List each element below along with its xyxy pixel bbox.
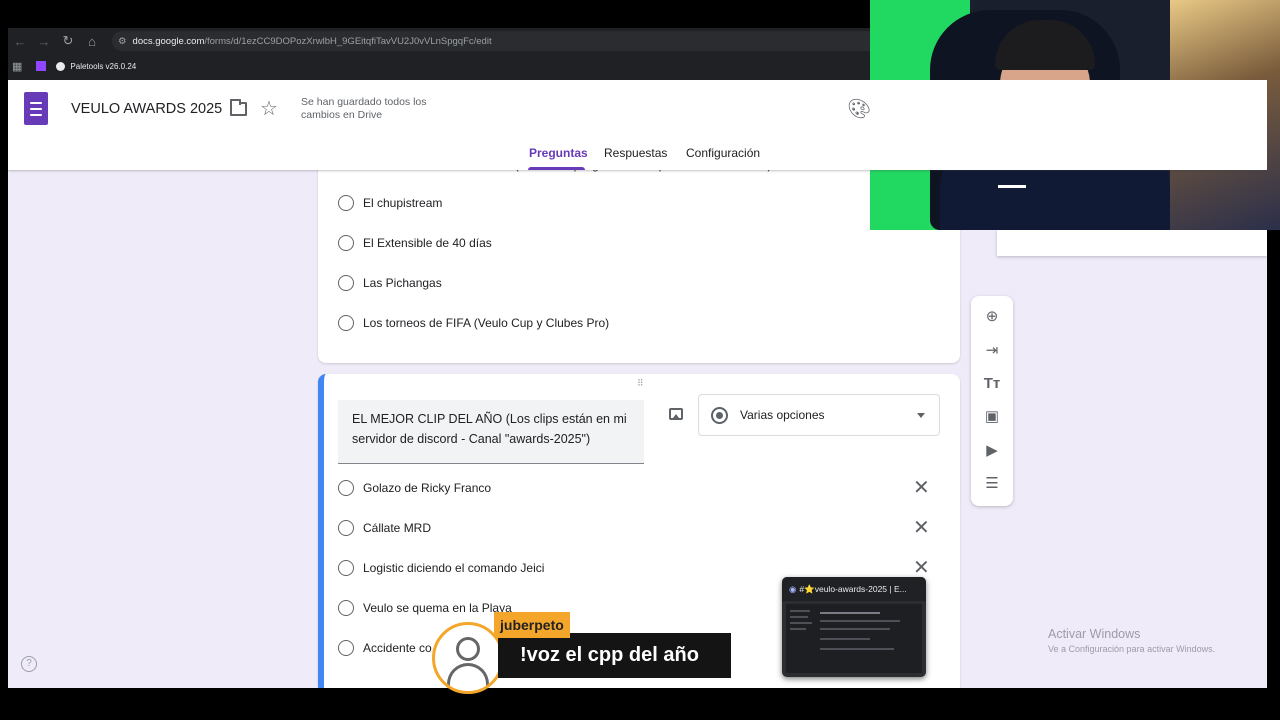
option-label[interactable]: Cállate MRD: [363, 521, 431, 535]
home-icon[interactable]: ⌂: [80, 29, 104, 53]
bookmark-paletools[interactable]: Paletools v26.0.24: [70, 62, 136, 71]
add-section-icon[interactable]: ☰: [982, 473, 1002, 493]
radio-icon[interactable]: [338, 640, 354, 656]
thumbnail-preview: [786, 604, 922, 673]
form-tabs: Preguntas Respuestas Configuración: [8, 142, 870, 170]
tab-respuestas[interactable]: Respuestas: [604, 146, 667, 160]
active-tab-indicator: [528, 167, 585, 170]
twitch-icon[interactable]: [36, 61, 47, 71]
option-label: El Extensible de 40 días: [363, 236, 492, 250]
screen: ← → ↻ ⌂ ⚙ docs.google.com /forms/d/1ezCC…: [0, 0, 1280, 720]
radio-icon[interactable]: [338, 560, 354, 576]
apps-icon[interactable]: ▦: [12, 60, 22, 73]
question-type-label: Varias opciones: [740, 408, 825, 422]
option-item[interactable]: Cállate MRD: [338, 519, 431, 537]
user-head-icon: [456, 637, 480, 661]
add-title-icon[interactable]: Tт: [982, 373, 1002, 393]
form-title[interactable]: VEULO AWARDS 2025: [71, 101, 222, 117]
paletools-icon: [56, 61, 66, 71]
dropdown-arrow-icon: [917, 413, 925, 418]
option-label: El chupistream: [363, 196, 443, 210]
forms-header: VEULO AWARDS 2025 ☆ Se han guardado todo…: [8, 80, 1267, 170]
overlay-panel: [997, 230, 1267, 256]
bookmarks-bar: ▦ Paletools v26.0.24: [8, 54, 870, 78]
url-path: /forms/d/1ezCC9DOPozXrwlbH_9GEitqfiTavVU…: [204, 35, 492, 47]
import-questions-icon[interactable]: ⇥: [982, 340, 1002, 360]
google-forms-icon[interactable]: [24, 92, 48, 125]
question-type-select[interactable]: Varias opciones: [698, 394, 940, 436]
add-video-icon[interactable]: ▶: [982, 440, 1002, 460]
tab-preguntas[interactable]: Preguntas: [529, 146, 588, 160]
option-item[interactable]: El Extensible de 40 días: [338, 234, 492, 252]
thumbnail-title-text: #⭐veulo-awards-2025 | E...: [799, 584, 907, 594]
question-toolbar: ⊕ ⇥ Tт ▣ ▶ ☰: [971, 296, 1013, 506]
reload-icon[interactable]: ↻: [56, 29, 80, 53]
browser-chrome: ← → ↻ ⌂ ⚙ docs.google.com /forms/d/1ezCC…: [8, 28, 872, 80]
option-item[interactable]: Las Pichangas: [338, 274, 442, 292]
add-question-image-icon[interactable]: [669, 408, 683, 420]
site-info-icon[interactable]: ⚙: [118, 36, 127, 47]
option-item[interactable]: Los torneos de FIFA (Veulo Cup y Clubes …: [338, 314, 609, 332]
shirt-logo: [998, 185, 1026, 197]
activate-line1: Activar Windows: [1048, 627, 1141, 641]
address-bar[interactable]: ⚙ docs.google.com /forms/d/1ezCC9DOPozXr…: [112, 31, 872, 51]
radio-icon[interactable]: [338, 600, 354, 616]
back-icon[interactable]: ←: [8, 29, 32, 53]
option-label[interactable]: Logistic diciendo el comando Jeici: [363, 561, 544, 575]
add-question-icon[interactable]: ⊕: [982, 306, 1002, 326]
palette-icon[interactable]: 🎨︎: [847, 97, 871, 121]
radio-icon[interactable]: [338, 275, 354, 291]
radio-icon[interactable]: [338, 520, 354, 536]
option-item[interactable]: Golazo de Ricky Franco: [338, 479, 491, 497]
option-item[interactable]: Veulo se quema en la Playa: [338, 599, 512, 617]
remove-option-icon[interactable]: ✕: [913, 558, 930, 578]
remove-option-icon[interactable]: ✕: [913, 518, 930, 538]
radio-icon[interactable]: [338, 195, 354, 211]
user-body-icon: [447, 663, 489, 689]
forward-icon[interactable]: →: [32, 29, 56, 53]
url-row: ← → ↻ ⌂ ⚙ docs.google.com /forms/d/1ezCC…: [8, 28, 872, 54]
folder-icon[interactable]: [230, 99, 247, 116]
tab-configuracion[interactable]: Configuración: [686, 146, 760, 160]
question2-title-input[interactable]: EL MEJOR CLIP DEL AÑO (Los clips están e…: [338, 400, 644, 464]
chat-message: !voz el cpp del año: [498, 633, 731, 678]
radio-button-icon: [711, 406, 728, 424]
option-item[interactable]: El chupistream: [338, 194, 442, 212]
discord-icon: ◉: [789, 584, 797, 594]
star-icon[interactable]: ☆: [260, 96, 278, 121]
option-label: Los torneos de FIFA (Veulo Cup y Clubes …: [363, 316, 610, 330]
remove-option-icon[interactable]: ✕: [913, 478, 930, 498]
radio-icon[interactable]: [338, 315, 354, 331]
url-host: docs.google.com: [132, 35, 205, 47]
option-label[interactable]: Accidente co: [363, 641, 432, 655]
option-label: Las Pichangas: [363, 276, 442, 290]
option-item[interactable]: Logistic diciendo el comando Jeici: [338, 559, 544, 577]
discord-window-thumbnail[interactable]: ◉ #⭐veulo-awards-2025 | E...: [782, 577, 926, 677]
option-label[interactable]: Golazo de Ricky Franco: [363, 481, 491, 495]
save-status: Se han guardado todos los cambios en Dri…: [301, 96, 427, 121]
option-item[interactable]: Accidente co: [338, 639, 432, 657]
chat-username: juberpeto: [494, 612, 570, 638]
option-label[interactable]: Veulo se quema en la Playa: [363, 601, 512, 615]
radio-icon[interactable]: [338, 235, 354, 251]
add-image-icon[interactable]: ▣: [982, 406, 1002, 426]
radio-icon[interactable]: [338, 480, 354, 496]
activate-line2: Ve a Configuración para activar Windows.: [1048, 644, 1216, 654]
windows-activation-watermark: Activar Windows Ve a Configuración para …: [1048, 627, 1215, 654]
help-icon[interactable]: ?: [21, 656, 37, 672]
thumbnail-title: ◉ #⭐veulo-awards-2025 | E...: [782, 577, 926, 601]
drag-handle-icon[interactable]: ⠿: [637, 378, 645, 389]
